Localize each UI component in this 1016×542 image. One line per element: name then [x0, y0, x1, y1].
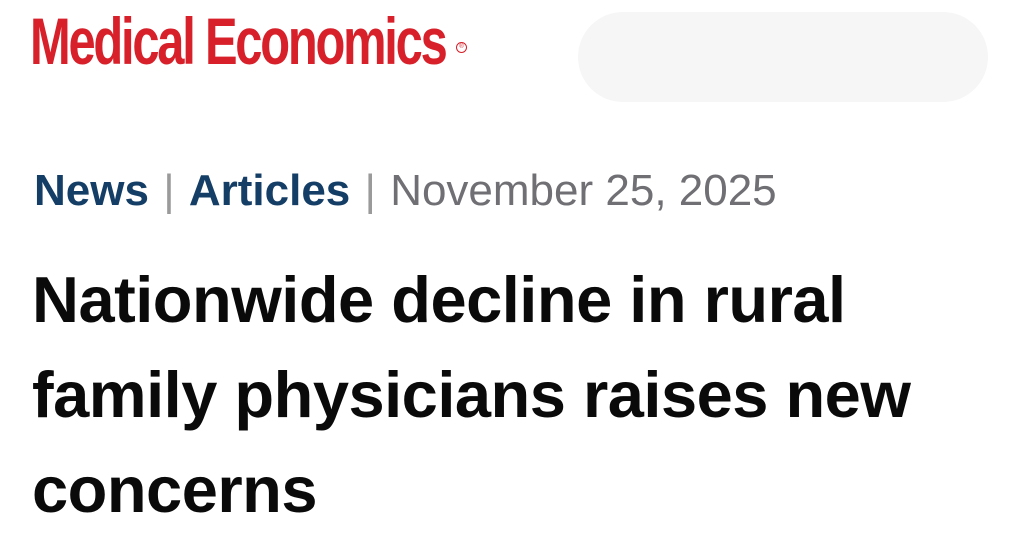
site-header: Medical Economics ® — [0, 0, 1016, 110]
site-logo[interactable]: Medical Economics — [30, 8, 448, 74]
category-link-news[interactable]: News — [34, 166, 149, 215]
search-bar[interactable] — [578, 12, 988, 102]
article-headline: Nationwide decline in rural family physi… — [32, 263, 911, 526]
publish-date: November 25, 2025 — [390, 166, 777, 215]
registered-mark: ® — [456, 42, 467, 53]
category-link-articles[interactable]: Articles — [189, 166, 350, 215]
article-page: Medical Economics ® News | Articles | No… — [0, 0, 1016, 542]
meta-separator: | — [364, 166, 376, 215]
article-meta: News | Articles | November 25, 2025 — [34, 165, 777, 217]
meta-separator: | — [163, 166, 175, 215]
